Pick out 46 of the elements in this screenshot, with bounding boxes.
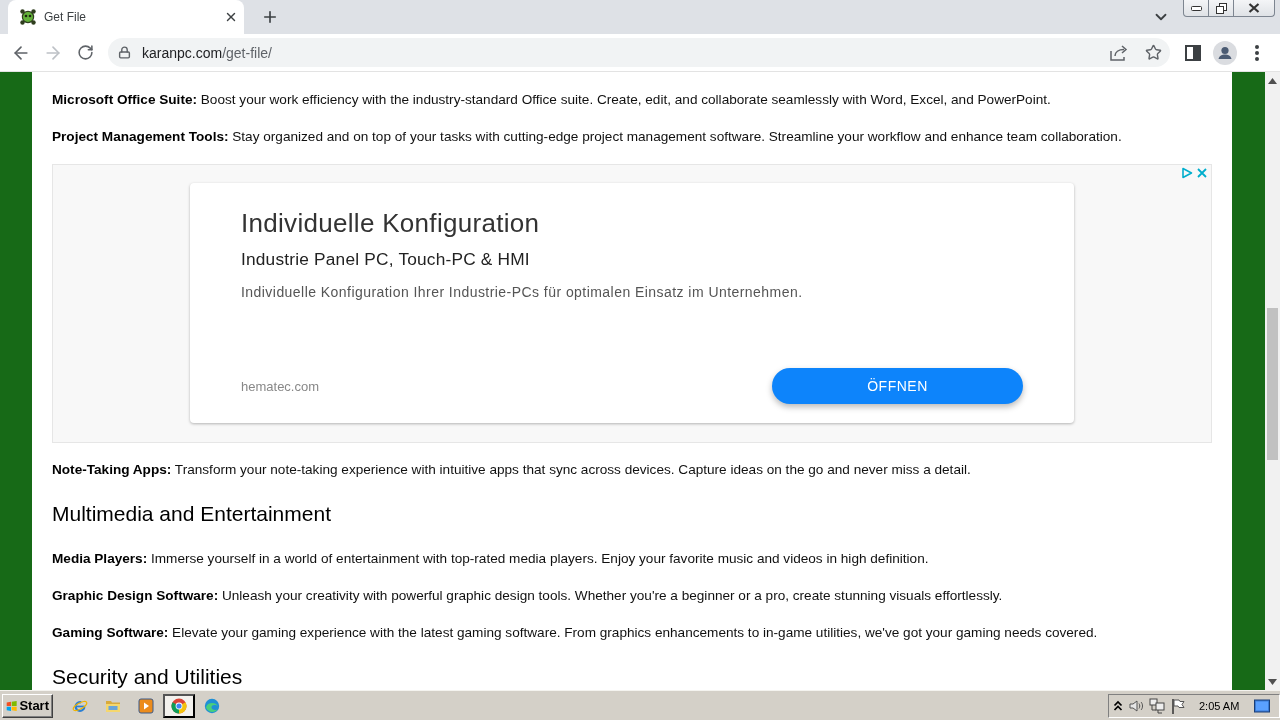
address-bar[interactable]: karanpc.com/get-file/: [108, 38, 1170, 67]
side-panel-icon: [1185, 44, 1201, 61]
wave-logo-icon: [204, 697, 220, 714]
share-icon[interactable]: [1110, 44, 1128, 61]
window-close-button[interactable]: [1233, 0, 1275, 17]
body-paragraph: Project Management Tools: Stay organized and on top of your tasks with cutting-edge project management software. Streamline your workflow and enhance team collaboration.: [52, 128, 1122, 146]
body-paragraph: Gaming Software: Elevate your gaming experience with the latest gaming software. From graphics enhancements to in-game utilities, we've got your gaming needs covered.: [52, 624, 1098, 642]
scrollbar-thumb[interactable]: [1267, 308, 1278, 460]
section-heading: Security and Utilities: [52, 665, 243, 689]
ad-subheadline: Industrie Panel PC, Touch-PC & HMI: [241, 248, 530, 271]
flag-icon[interactable]: [1170, 697, 1186, 714]
plus-icon: [261, 8, 279, 26]
desktop-icon[interactable]: [1254, 697, 1271, 714]
profile-button[interactable]: [1211, 38, 1239, 67]
lock-icon: [118, 46, 131, 59]
scrollbar[interactable]: [1265, 72, 1280, 690]
minimize-button[interactable]: [1183, 0, 1209, 17]
play-icon: [138, 697, 154, 714]
start-button[interactable]: Start: [2, 693, 53, 718]
reload-icon: [76, 44, 94, 61]
close-icon: [1248, 3, 1260, 13]
close-icon: [224, 10, 238, 24]
restore-icon: [1215, 2, 1227, 14]
ad-domain: hematec.com: [241, 378, 320, 394]
menu-icon: [1255, 44, 1259, 61]
star-icon[interactable]: [1145, 44, 1162, 61]
clock-time: 2:05 AM: [1199, 699, 1240, 712]
network-icon[interactable]: [1149, 697, 1165, 714]
speaker-icon[interactable]: [1128, 697, 1144, 714]
body-paragraph: Graphic Design Software: Unleash your creativity with powerful graphic design tools. Whether you're a beginner or a pro, create stunning visuals effortlessly.: [52, 587, 1003, 605]
minimize-icon: [1190, 5, 1202, 11]
body-paragraph: Note-Taking Apps: Transform your note-taking experience with intuitive apps that sync across devices. Capture ideas on the go and never miss a detail.: [52, 461, 971, 479]
restore-button[interactable]: [1208, 0, 1234, 17]
taskbar-app-button[interactable]: [163, 693, 195, 718]
favicon-icon: [20, 9, 36, 25]
ad-headline: Individuelle Konfiguration: [241, 208, 540, 239]
browser-tab[interactable]: Get File: [8, 0, 244, 34]
section-heading: Multimedia and Entertainment: [52, 502, 331, 526]
avatar-icon: [1213, 40, 1237, 65]
ad-open-button[interactable]: ÖFFNEN: [772, 368, 1023, 404]
ad-description: Individuelle Konfiguration Ihrer Industrie-PCs für optimalen Einsatz im Unternehmen.: [241, 283, 803, 302]
scroll-up-icon[interactable]: [1268, 78, 1277, 84]
body-paragraph: Media Players: Immerse yourself in a world of entertainment with top-rated media players. Enjoy your favorite music and videos in high definition.: [52, 550, 929, 568]
body-paragraph: Microsoft Office Suite: Boost your work efficiency with the industry-standard Office suite. Create, edit, and collaborate seamlessly with Word, Excel, and PowerPoint.: [52, 91, 1051, 109]
browser-logo-icon: [171, 697, 187, 714]
scroll-down-icon[interactable]: [1268, 679, 1277, 685]
